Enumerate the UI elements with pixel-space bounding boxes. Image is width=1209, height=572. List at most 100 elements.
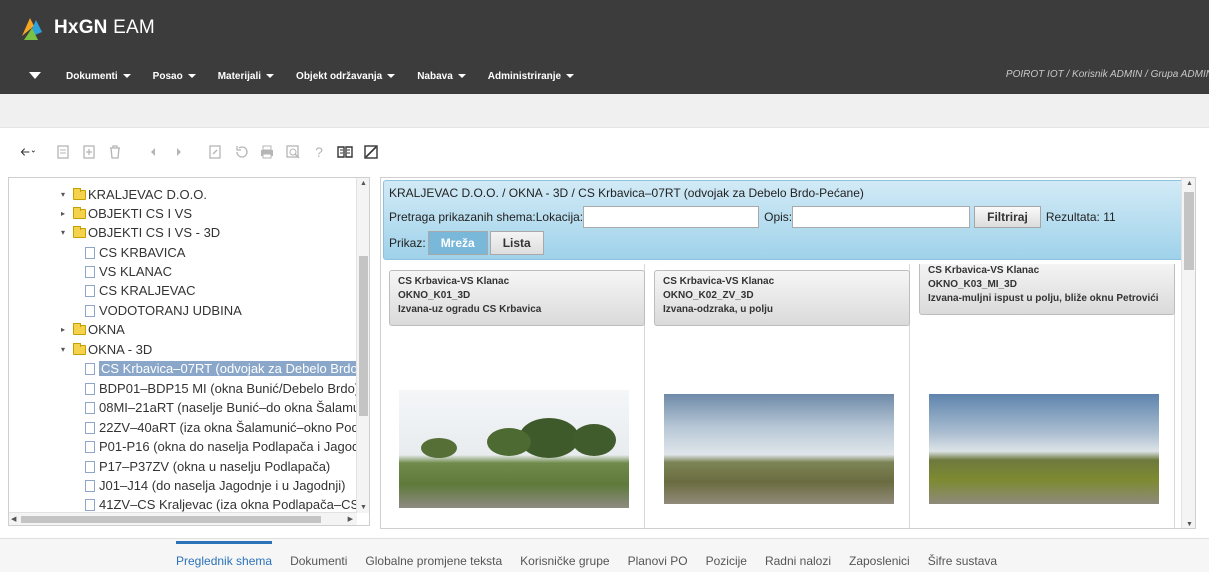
menu-toggle-icon[interactable] [26, 66, 46, 86]
opis-input[interactable] [792, 206, 971, 228]
collapse-icon[interactable]: ▾ [61, 190, 71, 199]
scroll-thumb[interactable] [21, 516, 321, 523]
sub-bar [0, 94, 1209, 128]
tree-panel: ▾ KRALJEVAC D.O.O. ▸ OBJEKTI CS I VS ▾ OBJE… [8, 177, 370, 526]
card-line1: CS Krbavica-VS Klanac [398, 276, 510, 287]
new-record-icon[interactable] [50, 140, 76, 164]
scroll-thumb[interactable] [1184, 192, 1194, 270]
tab-planovi-po[interactable]: Planovi PO [628, 554, 688, 568]
search-row: Pretraga prikazanih shema: Lokacija: Opi… [389, 206, 1116, 228]
user-info[interactable]: POIROT IOT / Korisnik ADMIN / Grupa ADMI… [1006, 69, 1209, 80]
filter-button[interactable]: Filtriraj [974, 206, 1041, 228]
tree-node[interactable]: CS KRBAVICA [85, 244, 185, 261]
tree-node[interactable]: BDP01–BDP15 MI (okna Bunić/Debelo Brdo) [85, 380, 357, 397]
caret-down-icon [122, 74, 131, 78]
view-list-tab[interactable]: Lista [489, 231, 544, 255]
next-icon[interactable] [166, 140, 192, 164]
viewer-vertical-scrollbar[interactable]: ▲ ▼ [1181, 178, 1195, 528]
back-icon[interactable] [10, 140, 46, 164]
scheme-card[interactable]: CS Krbavica-VS Klanac OKNO_K03_MI_3D Izv… [911, 264, 1175, 528]
print-icon[interactable] [254, 140, 280, 164]
expand-icon[interactable]: ▸ [61, 325, 71, 334]
bottom-tab-bar: Preglednik shema Dokumenti Globalne prom… [0, 538, 1209, 572]
scheme-viewer-panel: KRALJEVAC D.O.O. / OKNA - 3D / CS Krbavi… [380, 177, 1196, 529]
tree-node[interactable]: 41ZV–CS Kraljevac (iza okna Podlapača–CS… [85, 496, 357, 513]
tree-node[interactable]: VODOTORANJ UDBINA [85, 302, 242, 319]
preview-icon[interactable] [280, 140, 306, 164]
tree-node-label: OKNA - 3D [88, 342, 153, 357]
tree-node[interactable]: J01–J14 (do naselja Jagodnje i u Jagodnj… [85, 477, 345, 494]
tree-node[interactable]: 22ZV–40aRT (iza okna Šalamunić–okno Podl… [85, 419, 357, 436]
filter-bar: KRALJEVAC D.O.O. / OKNA - 3D / CS Krbavi… [383, 180, 1195, 260]
search-label: Pretraga prikazanih shema: [389, 210, 536, 224]
tab-preglednik-shema[interactable]: Preglednik shema [176, 541, 273, 568]
attach-icon[interactable] [202, 140, 228, 164]
scheme-card[interactable]: CS Krbavica-VS Klanac OKNO_K01_3D Izvana… [381, 264, 645, 528]
edit-disabled-icon[interactable] [358, 140, 384, 164]
tree-node[interactable]: ▸ OKNA [61, 321, 125, 338]
tab-korisnicke-grupe[interactable]: Korisničke grupe [520, 554, 609, 568]
view-grid-tab[interactable]: Mreža [427, 231, 488, 255]
tab-radni-nalozi[interactable]: Radni nalozi [765, 554, 831, 568]
nav-materijali[interactable]: Materijali [218, 71, 275, 82]
panorama-thumbnail[interactable] [399, 390, 629, 508]
tree-node[interactable]: ▾ OBJEKTI CS I VS - 3D [61, 224, 220, 241]
tree-node-label: 08MI–21aRT (naselje Bunić–do okna Šalamu… [99, 400, 357, 415]
scroll-right-icon[interactable]: ▶ [348, 515, 353, 523]
top-header: HxGN EAM Dokumenti Posao Materijali Obje… [0, 0, 1209, 94]
tree-node[interactable]: 08MI–21aRT (naselje Bunić–do okna Šalamu… [85, 399, 357, 416]
panorama-thumbnail[interactable] [664, 394, 894, 504]
tab-dokumenti[interactable]: Dokumenti [290, 554, 347, 568]
tree-node-label: CS KRALJEVAC [99, 283, 196, 298]
tree-node[interactable]: CS KRALJEVAC [85, 282, 196, 299]
tree-node-label: OBJEKTI CS I VS [88, 206, 193, 221]
tree-node[interactable]: P01-P16 (okna do naselja Podlapača i Jag… [85, 438, 357, 455]
tree-horizontal-scrollbar[interactable]: ◀ ▶ [9, 512, 357, 525]
tab-pozicije[interactable]: Pozicije [706, 554, 747, 568]
scroll-down-icon[interactable]: ▼ [1186, 521, 1193, 528]
nav-posao[interactable]: Posao [153, 71, 196, 82]
location-input[interactable] [583, 206, 760, 228]
trees-image-icon [421, 418, 616, 458]
delete-icon[interactable] [102, 140, 128, 164]
nav-nabava[interactable]: Nabava [417, 71, 466, 82]
tree-node[interactable]: ▾ OKNA - 3D [61, 341, 152, 358]
help-icon[interactable]: ? [306, 140, 332, 164]
tree-vertical-scrollbar[interactable]: ▲ ▼ [356, 178, 369, 513]
tab-sifre-sustava[interactable]: Šifre sustava [928, 554, 997, 568]
scroll-down-icon[interactable]: ▼ [360, 504, 367, 511]
book-icon[interactable] [332, 140, 358, 164]
tree-node-selected[interactable]: CS Krbavica–07RT (odvojak za Debelo Brdo… [85, 360, 357, 377]
tree-node-label: 41ZV–CS Kraljevac (iza okna Podlapača–CS… [99, 497, 357, 512]
tree-node[interactable]: P17–P37ZV (okna u naselju Podlapača) [85, 458, 330, 475]
tree-node-label: P01-P16 (okna do naselja Podlapača i Jag… [99, 439, 357, 454]
scroll-left-icon[interactable]: ◀ [11, 515, 16, 523]
expand-icon[interactable]: ▸ [61, 209, 71, 218]
scroll-thumb[interactable] [359, 256, 368, 416]
panorama-thumbnail[interactable] [929, 394, 1159, 504]
card-line3: Izvana-odzraka, u polju [663, 304, 774, 315]
previous-icon[interactable] [140, 140, 166, 164]
tree-node[interactable]: VS KLANAC [85, 263, 172, 280]
scroll-up-icon[interactable]: ▲ [1186, 180, 1193, 187]
tab-zaposlenici[interactable]: Zaposlenici [849, 554, 910, 568]
nav-objekt-odrzavanja[interactable]: Objekt održavanja [296, 71, 396, 82]
collapse-icon[interactable]: ▾ [61, 228, 71, 237]
scheme-card[interactable]: CS Krbavica-VS Klanac OKNO_K02_ZV_3D Izv… [646, 264, 910, 528]
tree-node-label: KRALJEVAC D.O.O. [88, 187, 207, 202]
card-header: CS Krbavica-VS Klanac OKNO_K01_3D Izvana… [389, 270, 645, 326]
undo-icon[interactable] [228, 140, 254, 164]
folder-icon [73, 322, 86, 335]
tree-content: ▾ KRALJEVAC D.O.O. ▸ OBJEKTI CS I VS ▾ OBJE… [9, 178, 357, 513]
scroll-up-icon[interactable]: ▲ [360, 180, 367, 187]
copy-icon[interactable] [76, 140, 102, 164]
collapse-icon[interactable]: ▾ [61, 345, 71, 354]
nav-dokumenti[interactable]: Dokumenti [66, 71, 131, 82]
file-icon [85, 401, 95, 414]
tree-node[interactable]: ▸ OBJEKTI CS I VS [61, 205, 192, 222]
nav-administriranje[interactable]: Administriranje [488, 71, 575, 82]
brand-name: HxGN EAM [54, 17, 155, 39]
tab-globalne-promjene[interactable]: Globalne promjene teksta [365, 554, 502, 568]
tree-node[interactable]: ▾ KRALJEVAC D.O.O. [61, 186, 207, 203]
file-icon [85, 304, 95, 317]
